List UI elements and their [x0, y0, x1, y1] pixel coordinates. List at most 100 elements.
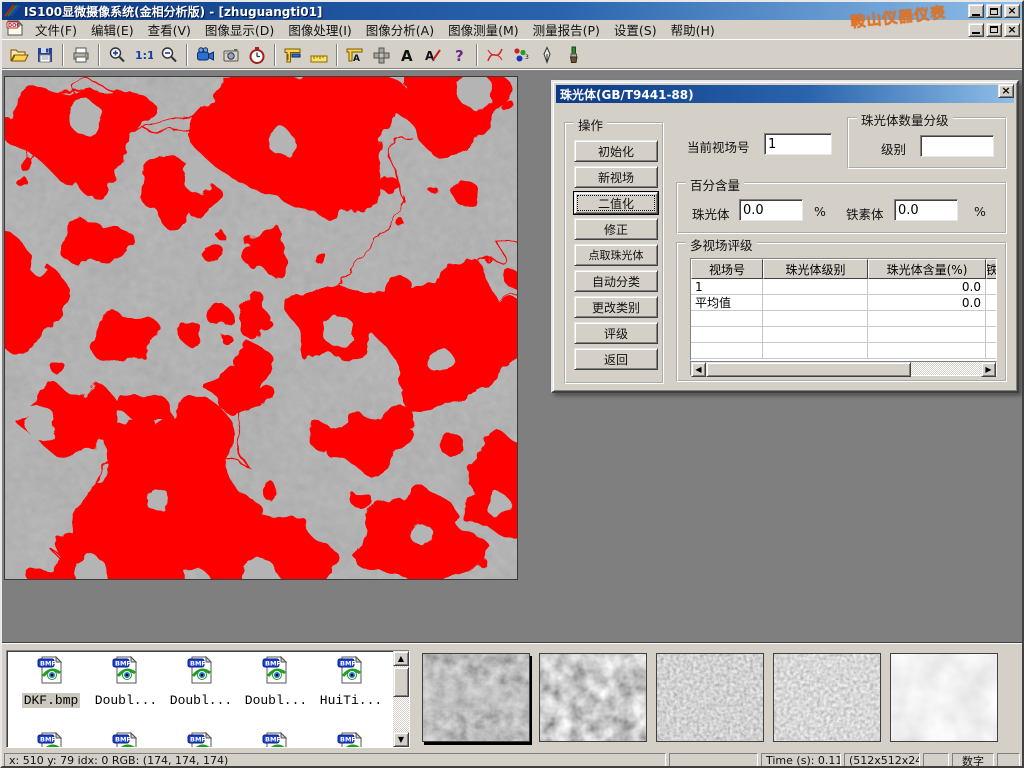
- bmp-file-icon[interactable]: BMP: [315, 655, 387, 689]
- menu-a[interactable]: 图像分析(A): [359, 21, 441, 40]
- picker-icon[interactable]: [534, 43, 560, 67]
- file-item-clipped[interactable]: BMP: [315, 731, 387, 748]
- op-button-3[interactable]: 修正: [574, 218, 658, 240]
- file-browser-panel: BMPDKF.bmpBMPBMPDoubl...BMPBMPDoubl...BM…: [2, 643, 1022, 752]
- file-item[interactable]: BMP HuiTi...: [315, 655, 387, 708]
- thumbnail-5[interactable]: [890, 653, 998, 742]
- capture-icon[interactable]: [218, 43, 244, 67]
- actual-size-icon[interactable]: 1:1: [130, 43, 156, 67]
- file-name[interactable]: Doubl...: [243, 693, 309, 708]
- status-empty-3: [997, 753, 1020, 768]
- dialog-close-button[interactable]: ×: [998, 84, 1014, 98]
- file-item[interactable]: BMP DKF.bmp: [15, 655, 87, 708]
- file-name[interactable]: Doubl...: [168, 693, 234, 708]
- table-hscrollbar[interactable]: ◀ ▶: [690, 361, 997, 376]
- op-button-6[interactable]: 更改类别: [574, 296, 658, 318]
- text-icon[interactable]: A: [394, 43, 420, 67]
- ferrite-percent-input[interactable]: [894, 199, 958, 221]
- table-row[interactable]: 10.0: [691, 279, 997, 295]
- op-button-5[interactable]: 自动分类: [574, 270, 658, 292]
- table-cell: 0.0: [868, 295, 986, 311]
- percent-legend: 百分含量: [686, 175, 744, 194]
- scroll-left-icon[interactable]: ◀: [691, 362, 706, 377]
- menu-h[interactable]: 帮助(H): [664, 21, 722, 40]
- file-name[interactable]: HuiTi...: [318, 693, 384, 708]
- current-view-input[interactable]: [764, 133, 832, 155]
- bmp-file-icon[interactable]: BMP: [165, 655, 237, 689]
- status-mode: 数字: [952, 753, 994, 768]
- op-button-8[interactable]: 返回: [574, 348, 658, 370]
- ruler-icon[interactable]: [306, 43, 332, 67]
- menu-e[interactable]: 编辑(E): [84, 21, 141, 40]
- file-list[interactable]: BMPDKF.bmpBMPBMPDoubl...BMPBMPDoubl...BM…: [6, 650, 410, 748]
- op-button-1[interactable]: 新视场: [574, 166, 658, 188]
- column-header[interactable]: 铁素体含量(%): [986, 259, 997, 279]
- scroll-down-icon[interactable]: ▼: [393, 732, 409, 747]
- level-input[interactable]: [920, 135, 994, 157]
- zoom-out-icon[interactable]: [156, 43, 182, 67]
- thumbnail-1[interactable]: [422, 653, 530, 742]
- measure-text-icon[interactable]: A: [342, 43, 368, 67]
- dialog-title-bar[interactable]: 珠光体(GB/T9441-88): [556, 85, 1014, 103]
- menu-i[interactable]: 图像处理(I): [281, 21, 358, 40]
- save-icon[interactable]: [32, 43, 58, 67]
- mdi-restore-button[interactable]: [986, 23, 1002, 37]
- micrograph-image[interactable]: [4, 76, 518, 580]
- op-button-0[interactable]: 初始化: [574, 140, 658, 162]
- scroll-up-icon[interactable]: ▲: [393, 651, 409, 666]
- menu-s[interactable]: 设置(S): [607, 21, 664, 40]
- scroll-right-icon[interactable]: ▶: [981, 362, 996, 377]
- file-list-scrollbar[interactable]: ▲▼: [393, 651, 409, 747]
- file-item[interactable]: BMP Doubl...: [240, 655, 312, 708]
- zoom-in-icon[interactable]: [104, 43, 130, 67]
- scrollbar-thumb[interactable]: [706, 362, 911, 377]
- menu-f[interactable]: 文件(F): [28, 21, 84, 40]
- caliper-icon[interactable]: [280, 43, 306, 67]
- file-item[interactable]: BMP Doubl...: [165, 655, 237, 708]
- video-camera-icon[interactable]: [192, 43, 218, 67]
- table-row[interactable]: [691, 311, 997, 327]
- op-button-7[interactable]: 评级: [574, 322, 658, 344]
- bmp-file-icon[interactable]: BMP: [90, 655, 162, 689]
- column-header[interactable]: 珠光体级别: [763, 259, 868, 279]
- thumbnail-3[interactable]: [656, 653, 764, 742]
- help-icon[interactable]: ?: [446, 43, 472, 67]
- menu-v[interactable]: 查看(V): [141, 21, 198, 40]
- table-row[interactable]: 平均值0.0: [691, 295, 997, 311]
- bmp-file-icon[interactable]: BMP: [240, 655, 312, 689]
- file-item-clipped[interactable]: BMP: [15, 731, 87, 748]
- column-header[interactable]: 视场号: [691, 259, 763, 279]
- file-item-clipped[interactable]: BMP: [90, 731, 162, 748]
- table-row[interactable]: [691, 343, 997, 359]
- annotate-icon[interactable]: A: [420, 43, 446, 67]
- thumbnail-4[interactable]: [773, 653, 881, 742]
- particles-icon[interactable]: 3: [508, 43, 534, 67]
- table-row[interactable]: [691, 327, 997, 343]
- column-header[interactable]: 珠光体含量(%): [868, 259, 986, 279]
- bmp-file-icon[interactable]: BMP: [15, 655, 87, 689]
- brush-icon[interactable]: [560, 43, 586, 67]
- timer-icon[interactable]: [244, 43, 270, 67]
- multiview-table[interactable]: 视场号珠光体级别珠光体含量(%)铁素体含量(%)10.0平均值0.0: [690, 258, 997, 361]
- mdi-close-button[interactable]: ×: [1004, 23, 1020, 37]
- op-button-2[interactable]: 二值化: [574, 192, 658, 214]
- curve-icon[interactable]: [482, 43, 508, 67]
- menu-m[interactable]: 图像测量(M): [441, 21, 526, 40]
- menu-d[interactable]: 图像显示(D): [198, 21, 281, 40]
- file-name[interactable]: DKF.bmp: [22, 693, 81, 708]
- file-name[interactable]: Doubl...: [93, 693, 159, 708]
- scrollbar-track[interactable]: [911, 362, 981, 375]
- thumbnail-2[interactable]: [539, 653, 647, 742]
- menu-p[interactable]: 测量报告(P): [526, 21, 607, 40]
- pattern-icon[interactable]: [368, 43, 394, 67]
- mdi-minimize-button[interactable]: [968, 23, 984, 37]
- op-button-4[interactable]: 点取珠光体: [574, 244, 658, 266]
- file-item[interactable]: BMP Doubl...: [90, 655, 162, 708]
- file-item-clipped[interactable]: BMP: [240, 731, 312, 748]
- document-icon[interactable]: DOC: [6, 20, 24, 39]
- scrollbar-thumb[interactable]: [393, 667, 409, 697]
- pearlite-percent-input[interactable]: [739, 199, 803, 221]
- print-icon[interactable]: [68, 43, 94, 67]
- open-icon[interactable]: [6, 43, 32, 67]
- file-item-clipped[interactable]: BMP: [165, 731, 237, 748]
